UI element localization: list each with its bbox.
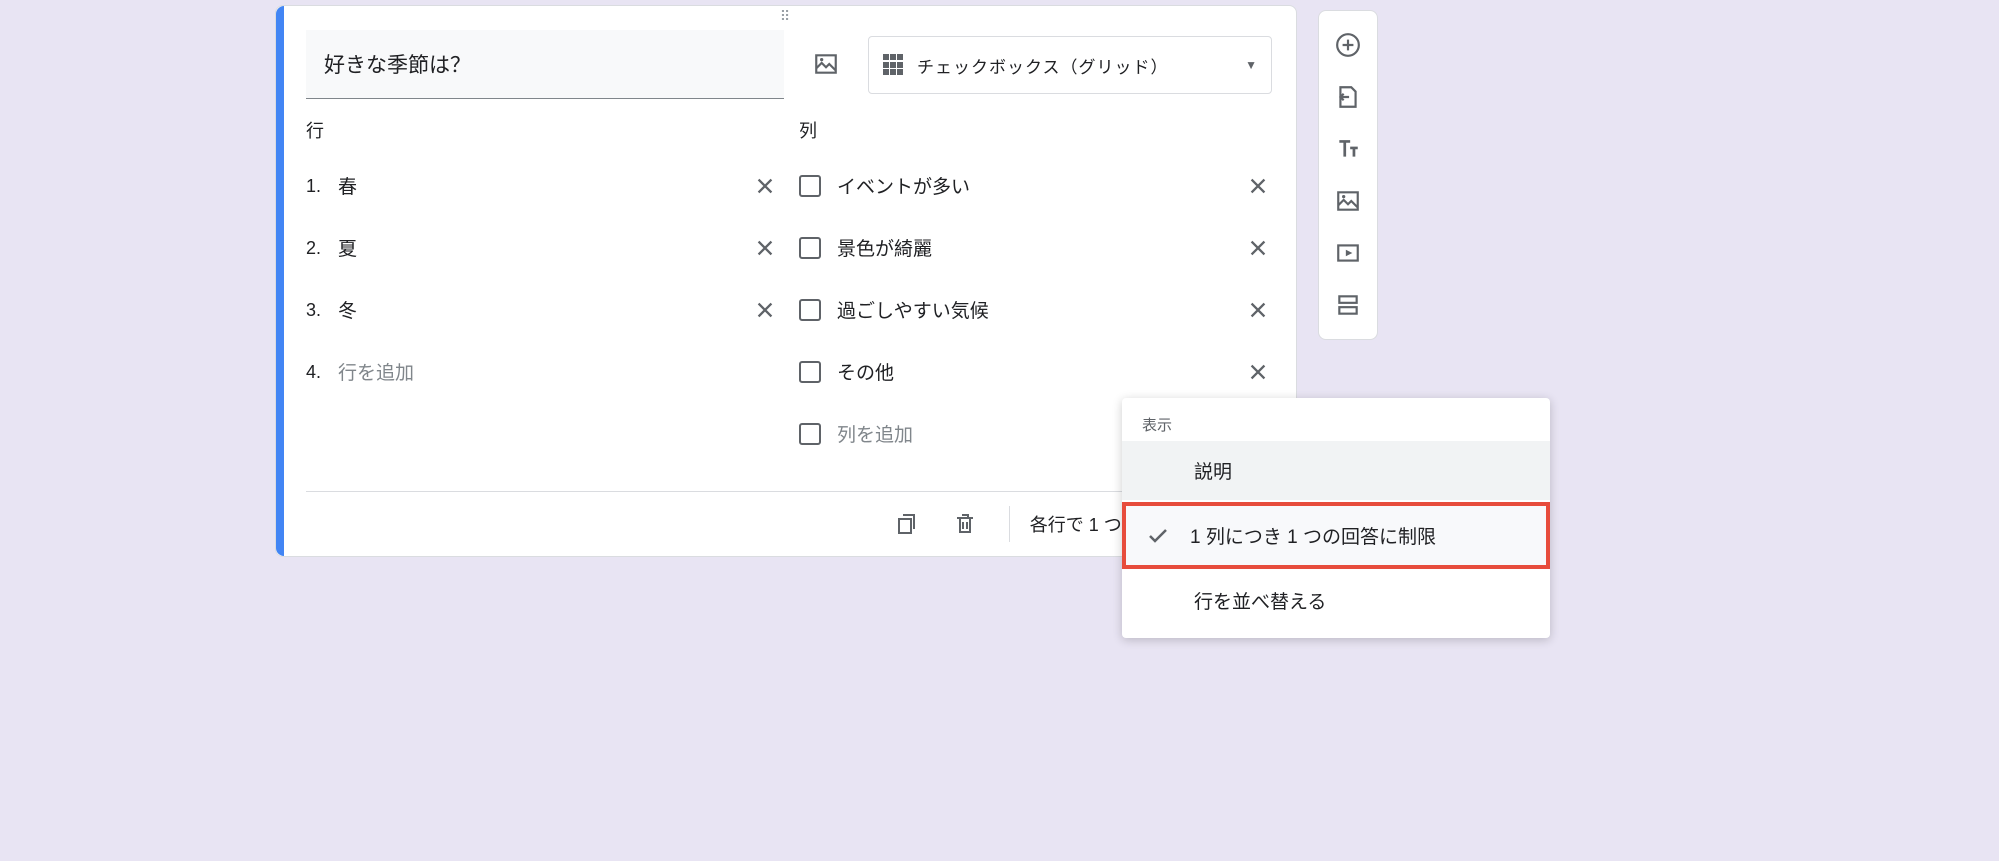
trash-icon — [953, 512, 977, 536]
row-text[interactable]: 春 — [338, 166, 741, 206]
columns-header: 列 — [799, 117, 1272, 143]
plus-circle-icon — [1335, 32, 1361, 58]
video-icon — [1335, 240, 1361, 266]
row-item[interactable]: 3. 冬 — [306, 285, 779, 335]
remove-column-button[interactable] — [1244, 172, 1272, 200]
add-row-placeholder[interactable]: 行を追加 — [338, 352, 779, 392]
menu-item-description[interactable]: 説明 — [1122, 441, 1550, 500]
remove-row-button[interactable] — [751, 172, 779, 200]
close-icon — [1247, 361, 1269, 383]
delete-button[interactable] — [941, 500, 989, 548]
row-item[interactable]: 1. 春 — [306, 161, 779, 211]
menu-item-limit-one-per-column[interactable]: 1 列につき 1 つの回答に制限 — [1122, 502, 1550, 569]
row-text[interactable]: 夏 — [338, 228, 741, 268]
close-icon — [1247, 299, 1269, 321]
more-options-menu: 表示 説明 1 列につき 1 つの回答に制限 行を並べ替える — [1122, 398, 1550, 638]
side-toolbar — [1318, 10, 1378, 340]
remove-column-button[interactable] — [1244, 358, 1272, 386]
checkbox-icon — [799, 423, 821, 445]
column-item[interactable]: イベントが多い — [799, 161, 1272, 211]
close-icon — [754, 299, 776, 321]
image-icon — [813, 51, 839, 77]
row-number: 3. — [306, 300, 328, 321]
grid-icon — [883, 54, 905, 76]
row-item[interactable]: 2. 夏 — [306, 223, 779, 273]
add-section-button[interactable] — [1326, 283, 1370, 327]
add-row-item[interactable]: 4. 行を追加 — [306, 347, 779, 397]
column-text[interactable]: 過ごしやすい気候 — [837, 290, 1234, 330]
close-icon — [1247, 175, 1269, 197]
add-title-button[interactable] — [1326, 127, 1370, 171]
column-item[interactable]: 景色が綺麗 — [799, 223, 1272, 273]
duplicate-button[interactable] — [883, 500, 931, 548]
popup-section-header: 表示 — [1122, 406, 1550, 441]
question-type-dropdown[interactable]: チェックボックス（グリッド） ▼ — [868, 36, 1272, 94]
drag-handle-icon[interactable]: ⠿ — [276, 6, 1296, 22]
rows-section: 行 1. 春 2. 夏 3. 冬 4. 行を追加 — [306, 117, 779, 471]
checkbox-icon — [799, 237, 821, 259]
column-item[interactable]: その他 — [799, 347, 1272, 397]
question-title-input[interactable] — [306, 30, 784, 99]
copy-icon — [895, 512, 919, 536]
add-image-button[interactable] — [802, 40, 850, 88]
chevron-down-icon: ▼ — [1245, 58, 1257, 72]
question-type-label: チェックボックス（グリッド） — [917, 53, 1233, 78]
close-icon — [754, 237, 776, 259]
row-number: 4. — [306, 362, 328, 383]
column-text[interactable]: その他 — [837, 352, 1234, 392]
remove-row-button[interactable] — [751, 296, 779, 324]
remove-column-button[interactable] — [1244, 234, 1272, 262]
close-icon — [754, 175, 776, 197]
close-icon — [1247, 237, 1269, 259]
remove-row-button[interactable] — [751, 234, 779, 262]
checkbox-icon — [799, 299, 821, 321]
import-questions-button[interactable] — [1326, 75, 1370, 119]
rows-header: 行 — [306, 117, 779, 143]
divider — [1009, 506, 1010, 542]
remove-column-button[interactable] — [1244, 296, 1272, 324]
menu-item-shuffle-rows[interactable]: 行を並べ替える — [1122, 571, 1550, 630]
import-icon — [1335, 84, 1361, 110]
check-icon — [1146, 524, 1170, 548]
image-icon — [1335, 188, 1361, 214]
row-number: 1. — [306, 176, 328, 197]
add-video-button[interactable] — [1326, 231, 1370, 275]
add-image-button-toolbar[interactable] — [1326, 179, 1370, 223]
checkbox-icon — [799, 361, 821, 383]
row-number: 2. — [306, 238, 328, 259]
add-question-button[interactable] — [1326, 23, 1370, 67]
checkbox-icon — [799, 175, 821, 197]
section-icon — [1335, 292, 1361, 318]
row-text[interactable]: 冬 — [338, 290, 741, 330]
text-icon — [1335, 136, 1361, 162]
column-item[interactable]: 過ごしやすい気候 — [799, 285, 1272, 335]
column-text[interactable]: 景色が綺麗 — [837, 228, 1234, 268]
column-text[interactable]: イベントが多い — [837, 166, 1234, 206]
